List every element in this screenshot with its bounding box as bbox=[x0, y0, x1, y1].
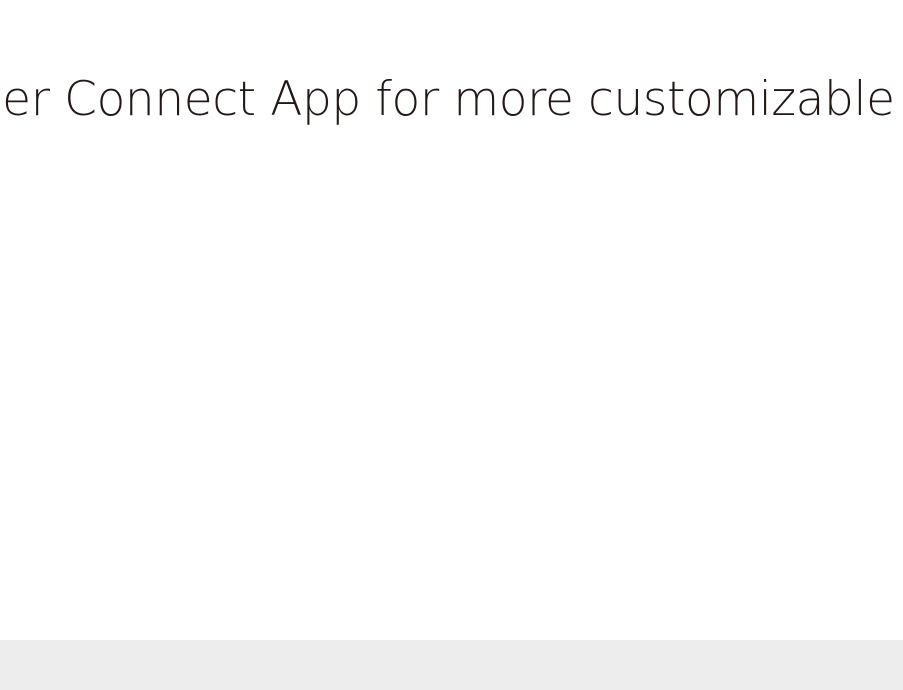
page-viewport: dEdifier Connect App for more customizab… bbox=[0, 0, 903, 690]
footer-band bbox=[0, 640, 903, 690]
hero-headline: dEdifier Connect App for more customizab… bbox=[0, 72, 903, 127]
